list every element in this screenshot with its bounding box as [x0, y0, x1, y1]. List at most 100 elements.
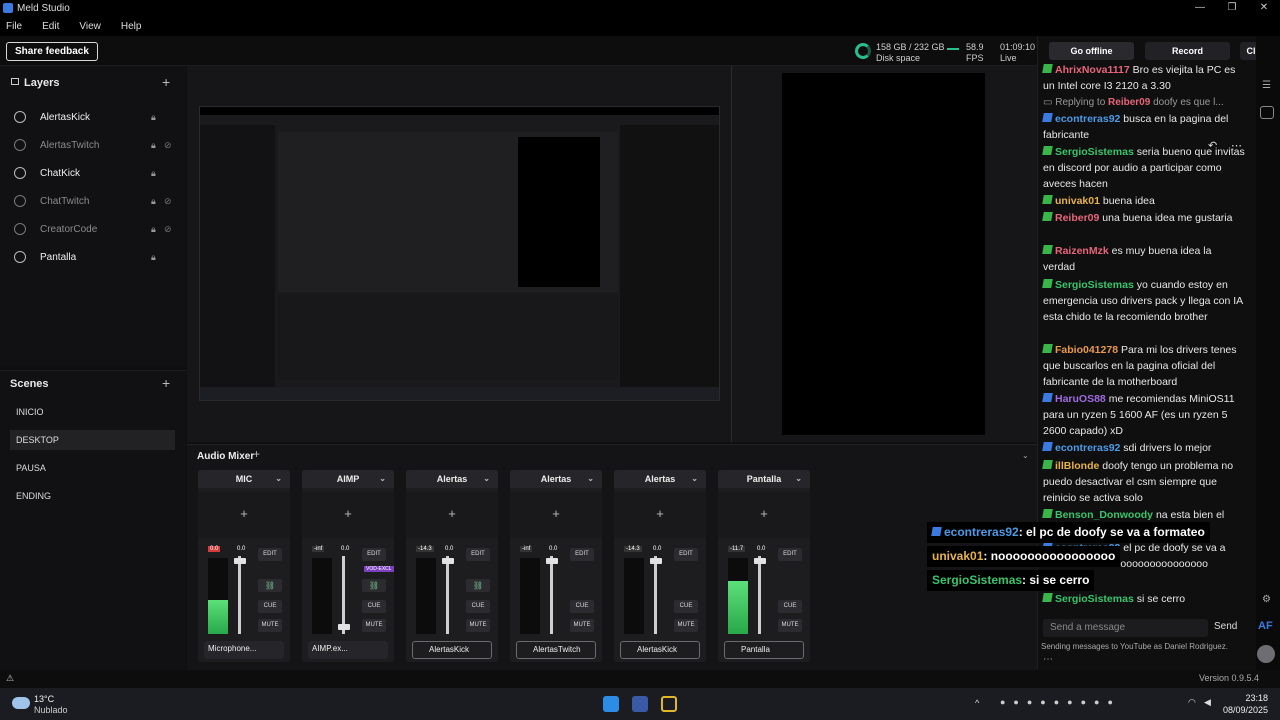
add-filter-button[interactable]: +: [406, 492, 498, 538]
volume-fader-track[interactable]: [758, 556, 761, 634]
link-icon[interactable]: ⛓: [258, 579, 282, 592]
volume-fader-knob[interactable]: [234, 558, 246, 564]
add-scene-button[interactable]: +: [162, 375, 170, 391]
meld-studio-taskbar-icon[interactable]: [632, 696, 648, 712]
mute-button[interactable]: MUTE: [674, 619, 698, 632]
chat-message[interactable]: RaizenMzk es muy buena idea la verdad: [1042, 243, 1246, 275]
volume-fader-track[interactable]: [238, 556, 241, 634]
chat-username[interactable]: illBlonde: [1055, 460, 1099, 472]
chat-username[interactable]: RaizenMzk: [1055, 245, 1109, 257]
settings-gear-icon[interactable]: ⚙: [1262, 594, 1271, 605]
scene-item[interactable]: INICIO: [10, 402, 175, 422]
chat-username[interactable]: univak01: [1055, 195, 1100, 207]
layer-item[interactable]: ChatTwitch 🔒︎ ⊘: [14, 191, 174, 211]
add-audio-channel-button[interactable]: +: [253, 447, 260, 461]
cue-button[interactable]: CUE: [674, 600, 698, 613]
lock-icon[interactable]: 🔒︎: [151, 252, 156, 263]
tray-chevron-icon[interactable]: ^: [975, 698, 979, 708]
menu-edit[interactable]: Edit: [42, 21, 59, 32]
chat-username[interactable]: Benson_Donwoody: [1055, 509, 1153, 521]
go-offline-button[interactable]: Go offline: [1049, 42, 1134, 60]
chat-message[interactable]: SergioSistemas yo cuando estoy en emerge…: [1042, 277, 1246, 325]
user-avatar[interactable]: [1257, 645, 1275, 663]
chat-message[interactable]: univak01 buena idea: [1042, 193, 1246, 209]
app-taskbar-icon[interactable]: [661, 696, 677, 712]
chat-username[interactable]: AhrixNova1117: [1055, 64, 1130, 76]
record-button[interactable]: Record: [1145, 42, 1230, 60]
chevron-down-icon[interactable]: ⌄: [275, 470, 282, 488]
chat-username[interactable]: econtreras92: [1055, 442, 1120, 454]
channel-header[interactable]: AIMP ⌄: [302, 470, 394, 488]
clock-date[interactable]: 08/09/2025: [1222, 705, 1268, 715]
chat-bubble-icon[interactable]: [1260, 106, 1274, 119]
chat-message[interactable]: illBlonde doofy tengo un problema no pue…: [1042, 458, 1246, 506]
chat-username[interactable]: SergioSistemas: [1055, 279, 1134, 291]
volume-fader-track[interactable]: [550, 556, 553, 634]
chevron-down-icon[interactable]: ⌄: [379, 470, 386, 488]
lock-icon[interactable]: 🔒︎: [151, 224, 156, 235]
channel-header[interactable]: Alertas ⌄: [406, 470, 498, 488]
cue-button[interactable]: CUE: [570, 600, 594, 613]
source-selector[interactable]: AlertasTwitch: [516, 641, 596, 659]
chat-message[interactable]: SergioSistemas si se cerro: [1042, 591, 1246, 607]
chevron-down-icon[interactable]: ⌄: [691, 470, 698, 488]
chat-username[interactable]: SergioSistemas: [1055, 593, 1134, 605]
edit-button[interactable]: EDIT: [466, 548, 490, 561]
chat-username[interactable]: econtreras92: [1055, 113, 1120, 125]
minimize-button[interactable]: —: [1184, 0, 1216, 16]
edit-button[interactable]: EDIT: [362, 548, 386, 561]
menu-file[interactable]: File: [6, 21, 22, 32]
channel-header[interactable]: MIC ⌄: [198, 470, 290, 488]
layer-item[interactable]: CreatorCode 🔒︎ ⊘: [14, 219, 174, 239]
layer-item[interactable]: AlertasTwitch 🔒︎ ⊘: [14, 135, 174, 155]
layer-item[interactable]: Pantalla 🔒︎: [14, 247, 174, 267]
source-selector[interactable]: Pantalla: [724, 641, 804, 659]
hidden-eye-icon[interactable]: ⊘: [164, 140, 172, 151]
layer-item[interactable]: ChatKick 🔒︎: [14, 163, 174, 183]
link-icon[interactable]: ⛓: [362, 579, 386, 592]
cue-button[interactable]: CUE: [778, 600, 802, 613]
add-filter-button[interactable]: +: [718, 492, 810, 538]
reply-icon[interactable]: ↶: [1208, 139, 1217, 152]
cue-button[interactable]: CUE: [258, 600, 282, 613]
source-selector[interactable]: AlertasKick: [412, 641, 492, 659]
chevron-down-icon[interactable]: ⌄: [587, 470, 594, 488]
chat-message[interactable]: Fabio041278 Para mi los drivers tenes qu…: [1042, 342, 1246, 390]
edit-button[interactable]: EDIT: [778, 548, 802, 561]
scene-item[interactable]: PAUSA: [10, 458, 175, 478]
send-button[interactable]: Send: [1214, 621, 1237, 632]
warning-icon[interactable]: ⚠: [6, 673, 14, 684]
volume-fader-track[interactable]: [342, 556, 345, 634]
chat-message[interactable]: ▭ Replying to Reiber09 doofy es que l...: [1043, 95, 1246, 111]
channel-header[interactable]: Alertas ⌄: [510, 470, 602, 488]
cue-button[interactable]: CUE: [466, 600, 490, 613]
windows-start-icon[interactable]: [603, 696, 619, 712]
mute-button[interactable]: MUTE: [570, 619, 594, 632]
collapse-mixer-chevron-icon[interactable]: ⌄: [1022, 451, 1029, 460]
mute-button[interactable]: MUTE: [778, 619, 802, 632]
edit-button[interactable]: EDIT: [258, 548, 282, 561]
channel-header[interactable]: Pantalla ⌄: [718, 470, 810, 488]
maximize-button[interactable]: ❐: [1216, 0, 1248, 16]
chat-username[interactable]: HaruOS88: [1055, 393, 1106, 405]
chat-username[interactable]: Reiber09: [1055, 212, 1099, 224]
speaker-icon[interactable]: ◀: [1204, 697, 1211, 708]
hidden-eye-icon[interactable]: ⊘: [164, 196, 172, 207]
scene-item[interactable]: ENDING: [10, 486, 175, 506]
edit-button[interactable]: EDIT: [570, 548, 594, 561]
lock-icon[interactable]: 🔒︎: [151, 140, 156, 151]
add-filter-button[interactable]: +: [302, 492, 394, 538]
chat-message[interactable]: AhrixNova1117 Bro es viejita la PC es un…: [1042, 62, 1246, 94]
chat-message[interactable]: Benson_Donwoody na esta bien el: [1042, 507, 1246, 523]
secondary-preview-canvas[interactable]: [782, 73, 985, 435]
volume-fader-knob[interactable]: [442, 558, 454, 564]
add-layer-button[interactable]: +: [162, 74, 170, 90]
chat-message-input[interactable]: Send a message: [1043, 619, 1208, 637]
channel-header[interactable]: Alertas ⌄: [614, 470, 706, 488]
link-icon[interactable]: ⛓: [466, 579, 490, 592]
chat-message[interactable]: Reiber09 una buena idea me gustaria: [1042, 210, 1246, 226]
lock-icon[interactable]: 🔒︎: [151, 112, 156, 123]
source-selector[interactable]: AlertasKick: [620, 641, 700, 659]
clock-time[interactable]: 23:18: [1228, 693, 1268, 703]
share-feedback-button[interactable]: Share feedback: [6, 42, 98, 61]
